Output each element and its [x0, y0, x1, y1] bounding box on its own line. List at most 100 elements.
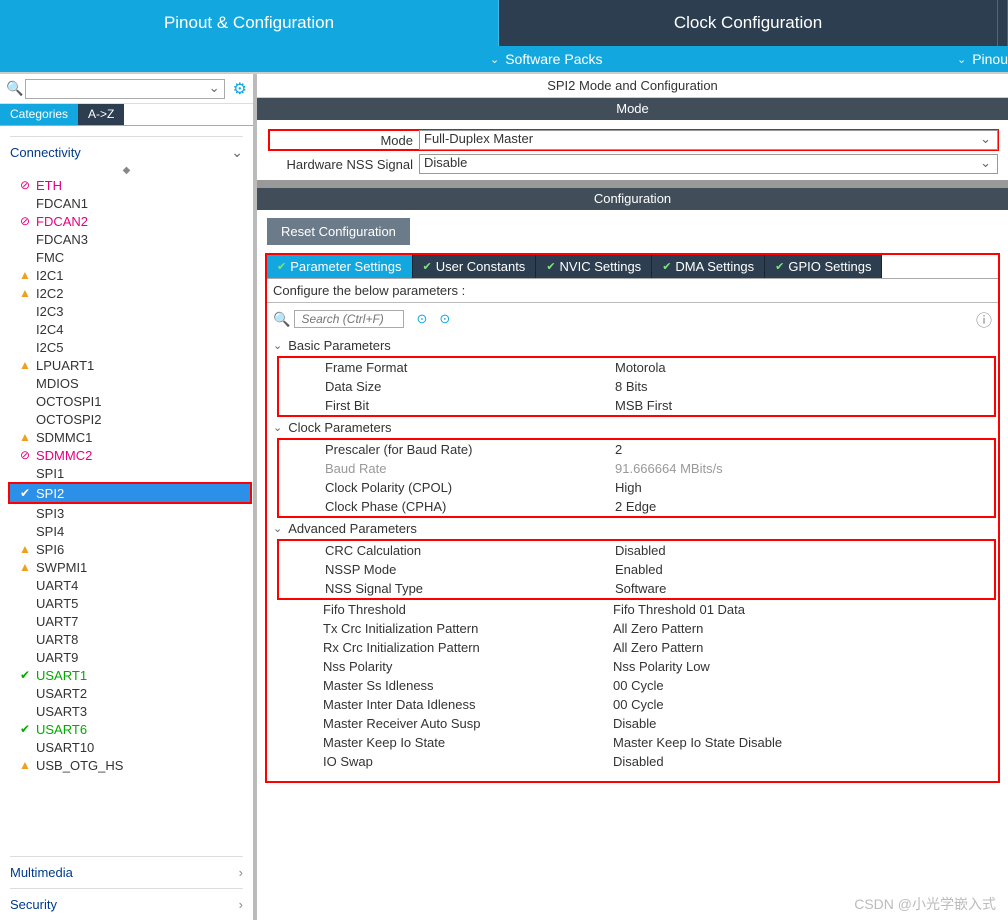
- peripheral-item-spi6[interactable]: ▲SPI6: [36, 540, 243, 558]
- peripheral-item-i2c1[interactable]: ▲I2C1: [36, 266, 243, 284]
- param-row[interactable]: First BitMSB First: [279, 396, 994, 415]
- peripheral-item-uart5[interactable]: UART5: [36, 594, 243, 612]
- param-row[interactable]: Baud Rate91.666664 MBits/s: [279, 459, 994, 478]
- peripheral-item-sdmmc1[interactable]: ▲SDMMC1: [36, 428, 243, 446]
- param-row[interactable]: NSSP ModeEnabled: [279, 560, 994, 579]
- param-row[interactable]: Tx Crc Initialization PatternAll Zero Pa…: [277, 619, 996, 638]
- param-group: Prescaler (for Baud Rate)2Baud Rate91.66…: [277, 438, 996, 518]
- peripheral-item-lpuart1[interactable]: ▲LPUART1: [36, 356, 243, 374]
- peripheral-item-usb_otg_hs[interactable]: ▲USB_OTG_HS: [36, 756, 243, 774]
- param-value: 2: [615, 442, 994, 457]
- tab-clock-config[interactable]: Clock Configuration: [499, 0, 998, 46]
- reset-configuration-button[interactable]: Reset Configuration: [267, 218, 410, 245]
- param-search-input[interactable]: [294, 310, 404, 328]
- prev-result-button[interactable]: ⊙: [416, 311, 427, 327]
- peripheral-item-spi3[interactable]: SPI3: [36, 504, 243, 522]
- config-tab-nvic-settings[interactable]: ✔NVIC Settings: [536, 255, 652, 278]
- param-row[interactable]: IO SwapDisabled: [277, 752, 996, 771]
- nss-select[interactable]: Disable: [419, 154, 998, 174]
- category-connectivity[interactable]: Connectivity ⌄: [10, 140, 243, 165]
- config-tab-gpio-settings[interactable]: ✔GPIO Settings: [765, 255, 882, 278]
- chevron-down-icon: ⌄: [490, 53, 499, 66]
- peripheral-item-fdcan1[interactable]: FDCAN1: [36, 194, 243, 212]
- param-row[interactable]: Clock Phase (CPHA)2 Edge: [279, 497, 994, 516]
- peripheral-item-uart7[interactable]: UART7: [36, 612, 243, 630]
- yellow-status-icon: ▲: [18, 758, 32, 772]
- config-tab-user-constants[interactable]: ✔User Constants: [413, 255, 537, 278]
- peripheral-item-i2c2[interactable]: ▲I2C2: [36, 284, 243, 302]
- category-multimedia[interactable]: Multimedia ›: [10, 856, 243, 888]
- peripheral-item-swpmi1[interactable]: ▲SWPMI1: [36, 558, 243, 576]
- green-status-icon: ✔: [18, 486, 32, 500]
- sort-icon[interactable]: ◆: [10, 165, 243, 176]
- config-tab-label: User Constants: [436, 259, 526, 274]
- peripheral-item-usart10[interactable]: USART10: [36, 738, 243, 756]
- peripheral-search-combo[interactable]: [25, 79, 224, 99]
- param-row[interactable]: Fifo ThresholdFifo Threshold 01 Data: [277, 600, 996, 619]
- section-header[interactable]: ⌄Advanced Parameters: [269, 518, 996, 539]
- config-tab-parameter-settings[interactable]: ✔Parameter Settings: [267, 255, 413, 278]
- chevron-down-icon: ⌄: [957, 53, 966, 66]
- peripheral-item-usart6[interactable]: ✔USART6: [36, 720, 243, 738]
- peripheral-item-fdcan2[interactable]: ⊘FDCAN2: [36, 212, 243, 230]
- peripheral-item-i2c5[interactable]: I2C5: [36, 338, 243, 356]
- config-tab-label: Parameter Settings: [290, 259, 401, 274]
- param-row[interactable]: NSS Signal TypeSoftware: [279, 579, 994, 598]
- peripheral-item-mdios[interactable]: MDIOS: [36, 374, 243, 392]
- section-header[interactable]: ⌄Basic Parameters: [269, 335, 996, 356]
- param-value: Disabled: [615, 543, 994, 558]
- left-panel: 🔍 ⚙ Categories A->Z Connectivity ⌄ ◆ ⊘ET…: [0, 74, 257, 920]
- software-packs-link[interactable]: Software Packs: [505, 51, 602, 67]
- param-row[interactable]: Frame FormatMotorola: [279, 358, 994, 377]
- peripheral-item-fmc[interactable]: FMC: [36, 248, 243, 266]
- peripheral-item-sdmmc2[interactable]: ⊘SDMMC2: [36, 446, 243, 464]
- param-name: Frame Format: [325, 360, 615, 375]
- tab-pinout-config[interactable]: Pinout & Configuration: [0, 0, 499, 46]
- param-name: CRC Calculation: [325, 543, 615, 558]
- param-row[interactable]: Master Inter Data Idleness00 Cycle: [277, 695, 996, 714]
- peripheral-item-usart2[interactable]: USART2: [36, 684, 243, 702]
- info-icon[interactable]: ⓘ: [976, 307, 992, 331]
- param-row[interactable]: Rx Crc Initialization PatternAll Zero Pa…: [277, 638, 996, 657]
- peripheral-item-spi4[interactable]: SPI4: [36, 522, 243, 540]
- tab-categories[interactable]: Categories: [0, 104, 78, 125]
- param-row[interactable]: CRC CalculationDisabled: [279, 541, 994, 560]
- peripheral-item-uart9[interactable]: UART9: [36, 648, 243, 666]
- param-name: NSSP Mode: [325, 562, 615, 577]
- param-row[interactable]: Master Receiver Auto SuspDisable: [277, 714, 996, 733]
- nss-label: Hardware NSS Signal: [269, 157, 419, 172]
- param-name: Fifo Threshold: [323, 602, 613, 617]
- peripheral-item-octospi2[interactable]: OCTOSPI2: [36, 410, 243, 428]
- next-result-button[interactable]: ⊙: [439, 311, 450, 327]
- param-row[interactable]: Prescaler (for Baud Rate)2: [279, 440, 994, 459]
- param-row[interactable]: Nss PolarityNss Polarity Low: [277, 657, 996, 676]
- peripheral-item-uart8[interactable]: UART8: [36, 630, 243, 648]
- peripheral-item-octospi1[interactable]: OCTOSPI1: [36, 392, 243, 410]
- param-row[interactable]: Master Keep Io StateMaster Keep Io State…: [277, 733, 996, 752]
- pinout-link[interactable]: Pinou: [972, 51, 1008, 67]
- param-value: Disabled: [613, 754, 996, 769]
- peripheral-item-usart1[interactable]: ✔USART1: [36, 666, 243, 684]
- gear-icon[interactable]: ⚙: [233, 79, 247, 99]
- peripheral-item-uart4[interactable]: UART4: [36, 576, 243, 594]
- param-row[interactable]: Master Ss Idleness00 Cycle: [277, 676, 996, 695]
- peripheral-item-fdcan3[interactable]: FDCAN3: [36, 230, 243, 248]
- chevron-down-icon: ⌄: [231, 144, 243, 161]
- section-header[interactable]: ⌄Clock Parameters: [269, 417, 996, 438]
- mode-select[interactable]: Full-Duplex Master: [419, 130, 998, 150]
- peripheral-item-label: SDMMC2: [36, 448, 92, 463]
- peripheral-item-i2c4[interactable]: I2C4: [36, 320, 243, 338]
- peripheral-item-eth[interactable]: ⊘ETH: [36, 176, 243, 194]
- config-tab-dma-settings[interactable]: ✔DMA Settings: [652, 255, 765, 278]
- peripheral-item-spi2[interactable]: ✔SPI2: [10, 484, 250, 502]
- peripheral-item-spi1[interactable]: SPI1: [36, 464, 243, 482]
- peripheral-item-usart3[interactable]: USART3: [36, 702, 243, 720]
- peripheral-item-label: ETH: [36, 178, 62, 193]
- category-security[interactable]: Security ›: [10, 888, 243, 920]
- param-row[interactable]: Clock Polarity (CPOL)High: [279, 478, 994, 497]
- peripheral-item-i2c3[interactable]: I2C3: [36, 302, 243, 320]
- yellow-status-icon: ▲: [18, 358, 32, 372]
- tab-overflow[interactable]: [998, 0, 1008, 46]
- tab-az[interactable]: A->Z: [78, 104, 124, 125]
- param-row[interactable]: Data Size8 Bits: [279, 377, 994, 396]
